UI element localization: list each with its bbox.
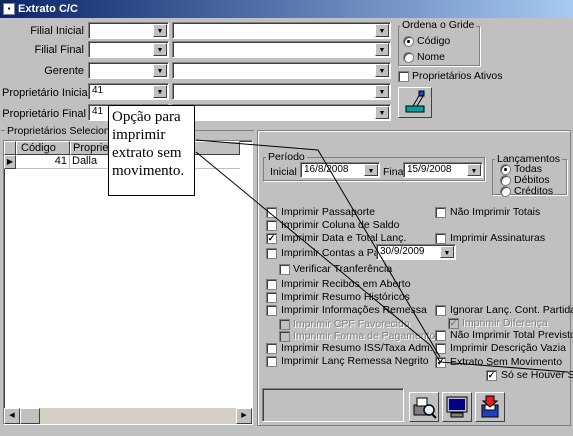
- callout-pointer-lines: [195, 139, 569, 373]
- callout-note: Opção para imprimir extrato sem moviment…: [108, 105, 195, 196]
